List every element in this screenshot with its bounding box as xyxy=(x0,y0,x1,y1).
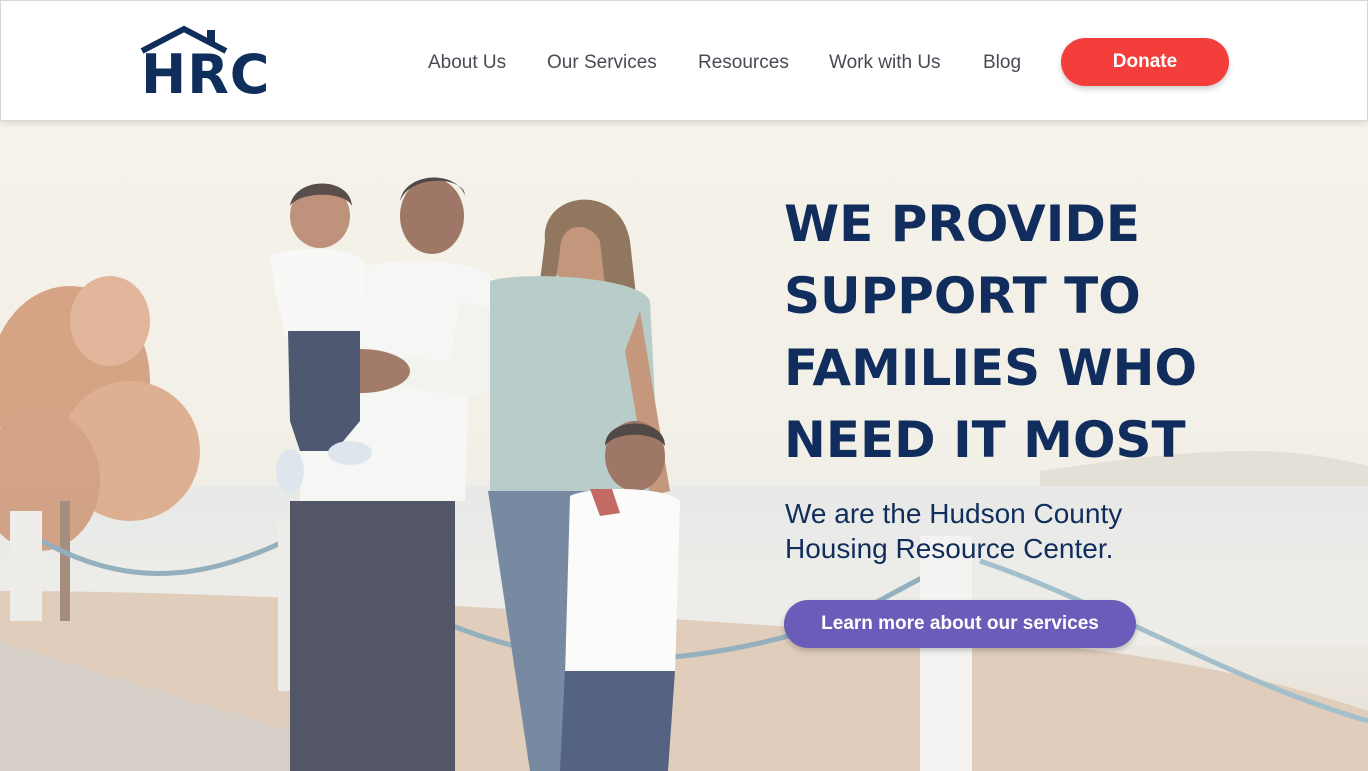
headline-line: SUPPORT TO xyxy=(784,267,1141,325)
hero-headline: WE PROVIDE SUPPORT TO FAMILIES WHO NEED … xyxy=(784,188,1264,476)
hero-subheading: We are the Hudson County Housing Resourc… xyxy=(785,496,1205,566)
nav-about-us[interactable]: About Us xyxy=(428,51,506,75)
headline-line: NEED IT MOST xyxy=(784,411,1186,469)
learn-more-services-button[interactable]: Learn more about our services xyxy=(784,600,1136,648)
nav-work-with-us[interactable]: Work with Us xyxy=(829,51,941,75)
donate-button[interactable]: Donate xyxy=(1061,38,1229,86)
subhead-line: We are the Hudson County xyxy=(785,498,1123,529)
headline-line: FAMILIES WHO xyxy=(784,339,1198,397)
site-header: HRC About Us Our Services Resources Work… xyxy=(0,0,1368,121)
nav-blog[interactable]: Blog xyxy=(983,51,1021,75)
subhead-line: Housing Resource Center. xyxy=(785,533,1114,564)
hero-section: WE PROVIDE SUPPORT TO FAMILIES WHO NEED … xyxy=(0,121,1368,771)
nav-our-services[interactable]: Our Services xyxy=(547,51,657,75)
main-nav: About Us Our Services Resources Work wit… xyxy=(1,1,1367,122)
nav-resources[interactable]: Resources xyxy=(698,51,789,75)
headline-line: WE PROVIDE xyxy=(784,195,1140,253)
